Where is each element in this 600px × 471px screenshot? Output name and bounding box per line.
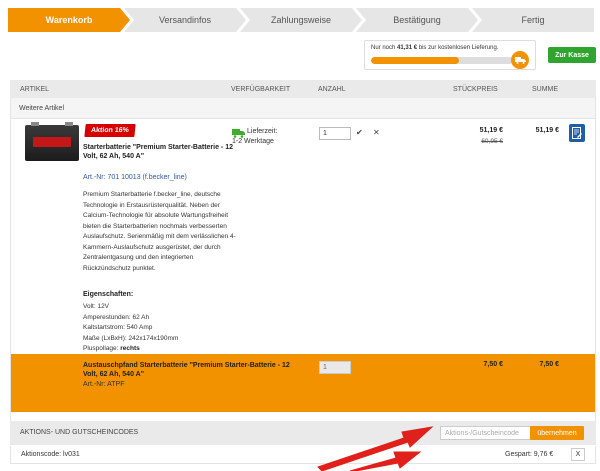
discount-badge: Aktion 16% [84, 124, 136, 137]
properties-list: Volt: 12V Amperestunden: 62 Ah Kaltstart… [83, 302, 178, 355]
delivery-value: 1-2 Werktage [232, 138, 274, 145]
property-item: Maße (LxBxH): 242x174x190mm [83, 334, 179, 342]
free-shipping-prefix: Nur noch [371, 45, 396, 51]
property-pole: Pluspollage: rechts [83, 344, 178, 355]
checkout-progress: Warenkorb Versandinfos Zahlungsweise Bes… [8, 8, 594, 32]
product-description: Premium Starterbatterie f.becker_line, d… [83, 191, 236, 272]
product-image[interactable] [25, 122, 79, 161]
promo-section: AKTIONS- UND GUTSCHEINCODES Aktions-/Gut… [10, 421, 596, 445]
header-unit-price: STÜCKPREIS [453, 85, 498, 93]
step-cart: Warenkorb [8, 8, 130, 32]
checkmark-icon[interactable]: ✔ [356, 128, 363, 137]
checkout-button[interactable]: Zur Kasse [548, 47, 596, 63]
close-icon[interactable]: ✕ [373, 128, 380, 137]
free-shipping-amount: 41,31 € [397, 45, 418, 51]
unit-price: 51,19 € [479, 127, 503, 134]
free-shipping-progress-fill [371, 57, 460, 64]
edit-note-icon[interactable] [569, 124, 585, 142]
apply-promo-button[interactable]: übernehmen [530, 426, 584, 440]
remove-code-button[interactable]: X [571, 448, 585, 461]
property-item: Kaltstartstrom: 540 Amp [83, 324, 153, 331]
step-confirmation: Bestätigung [356, 8, 478, 32]
pole-value: rechts [120, 345, 140, 352]
properties-heading: Eigenschaften: [83, 291, 134, 298]
step-payment: Zahlungsweise [240, 8, 362, 32]
cart-item: Aktion 16% Starterbatterie "Premium Star… [10, 118, 596, 354]
deposit-item: Austauschpfand Starterbatterie "Premium … [10, 354, 596, 412]
deposit-article-number: Art.-Nr: ATPF [83, 381, 125, 388]
old-price: 60,95 € [481, 138, 503, 145]
step-shipping-info: Versandinfos [124, 8, 246, 32]
header-quantity: ANZAHL [318, 85, 346, 93]
saved-amount: Gespart: 9,76 € [505, 451, 554, 458]
cart-table: ARTIKEL VERFÜGBARKEIT ANZAHL STÜCKPREIS … [10, 80, 596, 426]
applied-code-row: Aktionscode: lv031 Gespart: 9,76 € X [10, 446, 596, 464]
free-shipping-box: Nur noch 41,31 € bis zur kostenlosen Lie… [364, 40, 536, 70]
free-shipping-text: Nur noch 41,31 € bis zur kostenlosen Lie… [371, 45, 498, 51]
step-done: Fertig [472, 8, 594, 32]
deposit-unit-price: 7,50 € [483, 361, 503, 368]
deposit-total: 7,50 € [539, 361, 559, 368]
header-article: ARTIKEL [20, 85, 50, 93]
product-article-number[interactable]: Art.-Nr: 701 10013 (f.becker_line) [83, 174, 187, 181]
pole-label: Pluspollage: [83, 345, 119, 352]
delivery-label: Lieferzeit: [247, 128, 278, 135]
property-item: Volt: 12V [83, 303, 110, 310]
item-total: 51,19 € [535, 127, 559, 134]
quantity-input[interactable]: 1 [319, 127, 351, 140]
truck-icon [511, 51, 529, 69]
deposit-quantity: 1 [319, 361, 351, 374]
promo-title: AKTIONS- UND GUTSCHEINCODES [20, 429, 139, 436]
promo-code-input[interactable]: Aktions-/Gutscheincode [440, 426, 536, 440]
product-title[interactable]: Starterbatterie "Premium Starter-Batteri… [83, 143, 239, 161]
free-shipping-suffix: bis zur kostenlosen Lieferung. [418, 45, 499, 51]
applied-code: Aktionscode: lv031 [21, 451, 80, 458]
section-label: Weitere Artikel [10, 98, 596, 118]
free-shipping-progress [371, 57, 513, 64]
header-total: SUMME [532, 85, 559, 93]
header-availability: VERFÜGBARKEIT [231, 85, 291, 93]
property-item: Amperestunden: 62 Ah [83, 313, 150, 321]
table-header: ARTIKEL VERFÜGBARKEIT ANZAHL STÜCKPREIS … [10, 80, 596, 98]
deposit-title: Austauschpfand Starterbatterie "Premium … [83, 362, 290, 378]
